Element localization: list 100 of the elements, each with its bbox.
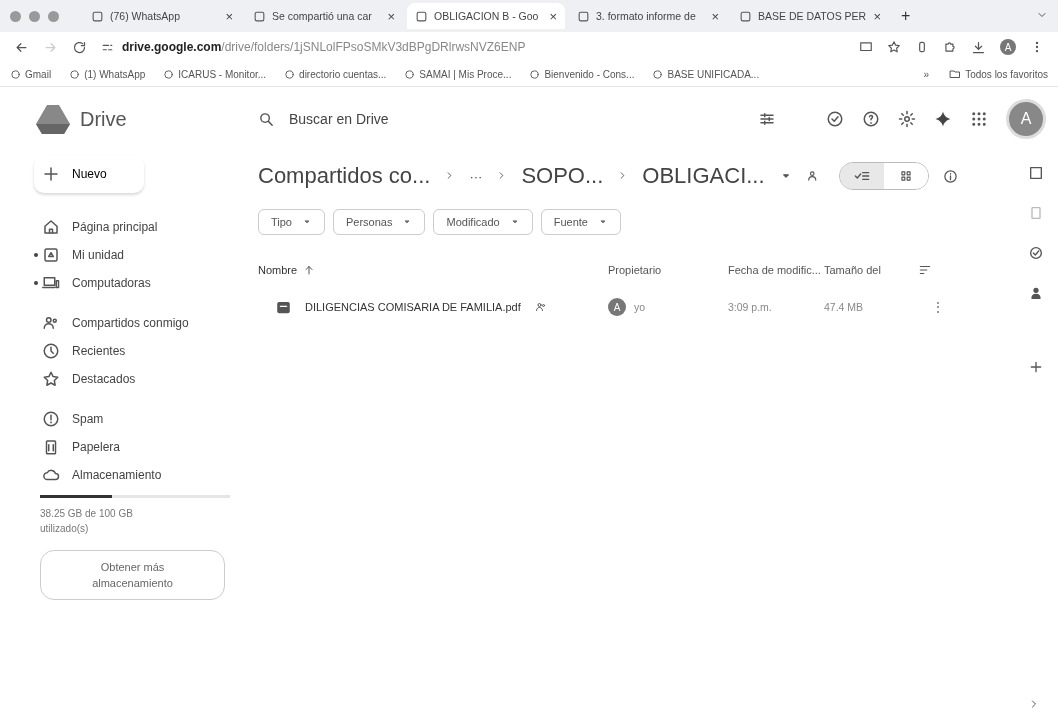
folder-icon[interactable] (949, 68, 962, 80)
grid-icon (898, 169, 913, 183)
clock-icon[interactable] (42, 342, 60, 360)
help-icon[interactable] (862, 110, 880, 128)
breadcrumb-item[interactable]: ··· (469, 168, 483, 184)
bookmark-link[interactable]: (1) WhatsApp (84, 68, 146, 80)
browser-tab[interactable]: BASE DE DATOS PER × (731, 3, 889, 29)
list-view-button[interactable] (839, 163, 884, 189)
tab-favicon-icon (739, 9, 752, 23)
nav-item[interactable]: Compartidos conmigo (34, 309, 230, 337)
owner-avatar: A (608, 298, 626, 316)
browser-tab[interactable]: Se compartió una car × (245, 3, 403, 29)
tab-close-button[interactable]: × (711, 8, 719, 24)
bookmark-link[interactable]: ICARUS - Monitor... (178, 68, 267, 80)
bookmark-favicon-icon[interactable] (10, 68, 21, 80)
browser-tab[interactable]: (76) WhatsApp × (83, 3, 241, 29)
file-row[interactable]: DILIGENCIAS COMISARIA DE FAMILIA.pdf A yo 3:09 p.m. 47.4 MB ⋮ (258, 285, 1014, 329)
tab-title: (76) WhatsApp (110, 10, 182, 22)
account-avatar[interactable]: A (1006, 99, 1046, 139)
column-header[interactable]: Fecha de modific... (728, 264, 821, 276)
info-icon[interactable] (942, 168, 958, 184)
expand-dot-icon[interactable] (34, 253, 38, 257)
new-tab-button[interactable]: + (901, 7, 911, 25)
bookmark-favicon-icon[interactable] (529, 68, 541, 80)
filter-chip[interactable]: Modificado (433, 209, 533, 235)
breadcrumb-item[interactable]: OBLIGACI... (642, 163, 765, 189)
column-header[interactable]: Tamaño del (824, 264, 881, 276)
filter-chip[interactable]: Fuente (540, 209, 621, 235)
profile-avatar[interactable]: A (1000, 39, 1016, 55)
get-storage-button[interactable]: Obtener más almacenamiento (40, 550, 225, 600)
modified-cell-text: 3:09 p.m. (728, 301, 773, 313)
bookmark-favicon-icon[interactable] (163, 68, 175, 80)
filter-chip[interactable]: Personas (333, 209, 426, 235)
sort-options-icon[interactable] (918, 263, 932, 277)
tab-title: Se compartió una car (272, 10, 373, 22)
search-field[interactable]: Buscar en Drive (287, 110, 634, 128)
new-button[interactable]: Nuevo (34, 155, 144, 193)
reload-icon[interactable] (72, 39, 87, 55)
filter-sliders-icon[interactable] (758, 110, 776, 128)
more-bookmarks-button[interactable]: » (923, 68, 930, 80)
home-icon[interactable] (42, 218, 60, 236)
expand-dot-icon[interactable] (34, 281, 38, 285)
filter-chip[interactable]: Tipo (258, 209, 325, 235)
url-text[interactable]: drive.google.com/drive/folders/1jSNLolFPsoSMkV3dBPgDRlrwsNVZ6ENP (122, 40, 526, 54)
tab-title: 3. formato informe de (596, 10, 697, 22)
nav-item[interactable]: Mi unidad (34, 241, 230, 269)
nav-item[interactable]: Almacenamiento (34, 461, 230, 489)
breadcrumb-item[interactable]: Compartidos co... (258, 163, 431, 189)
star-icon[interactable] (887, 40, 901, 54)
size-cell-text: 47.4 MB (824, 301, 865, 313)
sort-up-icon[interactable] (303, 264, 316, 276)
bookmark-link[interactable]: SAMAI | Mis Proce... (419, 68, 512, 80)
tab-title: BASE DE DATOS PER (758, 10, 868, 22)
search-icon[interactable] (258, 110, 275, 128)
apps-grid-icon[interactable] (970, 110, 988, 128)
tab-close-button[interactable]: × (225, 8, 233, 24)
drive-icon[interactable] (42, 246, 60, 264)
tab-close-button[interactable]: × (387, 8, 395, 24)
people-icon[interactable] (42, 314, 60, 332)
owner-text: yo (634, 301, 646, 313)
tab-title: OBLIGACION B - Goo (434, 10, 540, 22)
browser-tab[interactable]: OBLIGACION B - Goo × (407, 3, 565, 29)
download-icon[interactable] (971, 39, 986, 55)
bookmark-favicon-icon[interactable] (652, 68, 664, 80)
drive-logo-icon (36, 104, 70, 134)
puzzle-icon[interactable] (943, 40, 957, 54)
file-name: DILIGENCIAS COMISARIA DE FAMILIA.pdf (305, 301, 521, 313)
sparkle-icon[interactable] (934, 110, 952, 128)
bookmark-link[interactable]: BASE UNIFICADA... (667, 68, 760, 80)
bookmark-favicon-icon[interactable] (69, 68, 81, 80)
more-actions-button[interactable]: ⋮ (918, 299, 958, 315)
nav-item[interactable]: Spam (34, 405, 230, 433)
contacts-icon[interactable] (1028, 285, 1044, 301)
nav-item[interactable]: Computadoras (34, 269, 230, 297)
bookmark-link[interactable]: Bienvenido - Cons... (544, 68, 635, 80)
nav-item[interactable]: Papelera (34, 433, 230, 461)
tab-close-button[interactable]: × (549, 8, 557, 24)
column-header[interactable]: Nombre (258, 264, 298, 276)
spam-icon[interactable] (42, 410, 60, 428)
column-header[interactable]: Propietario (608, 264, 662, 276)
star-icon[interactable] (42, 370, 60, 388)
tab-favicon-icon (91, 9, 104, 23)
nav-item[interactable]: Destacados (34, 365, 230, 393)
settings-icon[interactable] (898, 110, 916, 128)
bookmark-favicon-icon[interactable] (284, 68, 296, 80)
offline-check-icon[interactable] (826, 110, 844, 128)
tasks-icon[interactable] (1028, 245, 1044, 261)
browser-tab[interactable]: 3. formato informe de × (569, 3, 727, 29)
bookmark-link[interactable]: Gmail (25, 68, 52, 80)
pdf-file-icon (276, 299, 291, 315)
tab-favicon-icon (415, 9, 428, 23)
storage-usage-text: 38.25 GB de 100 GB utilizado(s) (40, 507, 134, 536)
breadcrumb-item[interactable]: SOPO... (521, 163, 604, 189)
all-bookmarks-link[interactable]: Todos los favoritos (965, 68, 1048, 80)
plus-icon[interactable] (1028, 359, 1044, 375)
bookmark-link[interactable]: directorio cuentas... (299, 68, 387, 80)
bookmark-favicon-icon[interactable] (404, 68, 416, 80)
tab-close-button[interactable]: × (873, 8, 881, 24)
nav-item[interactable]: Recientes (34, 337, 230, 365)
nav-item[interactable]: Página principal (34, 213, 230, 241)
